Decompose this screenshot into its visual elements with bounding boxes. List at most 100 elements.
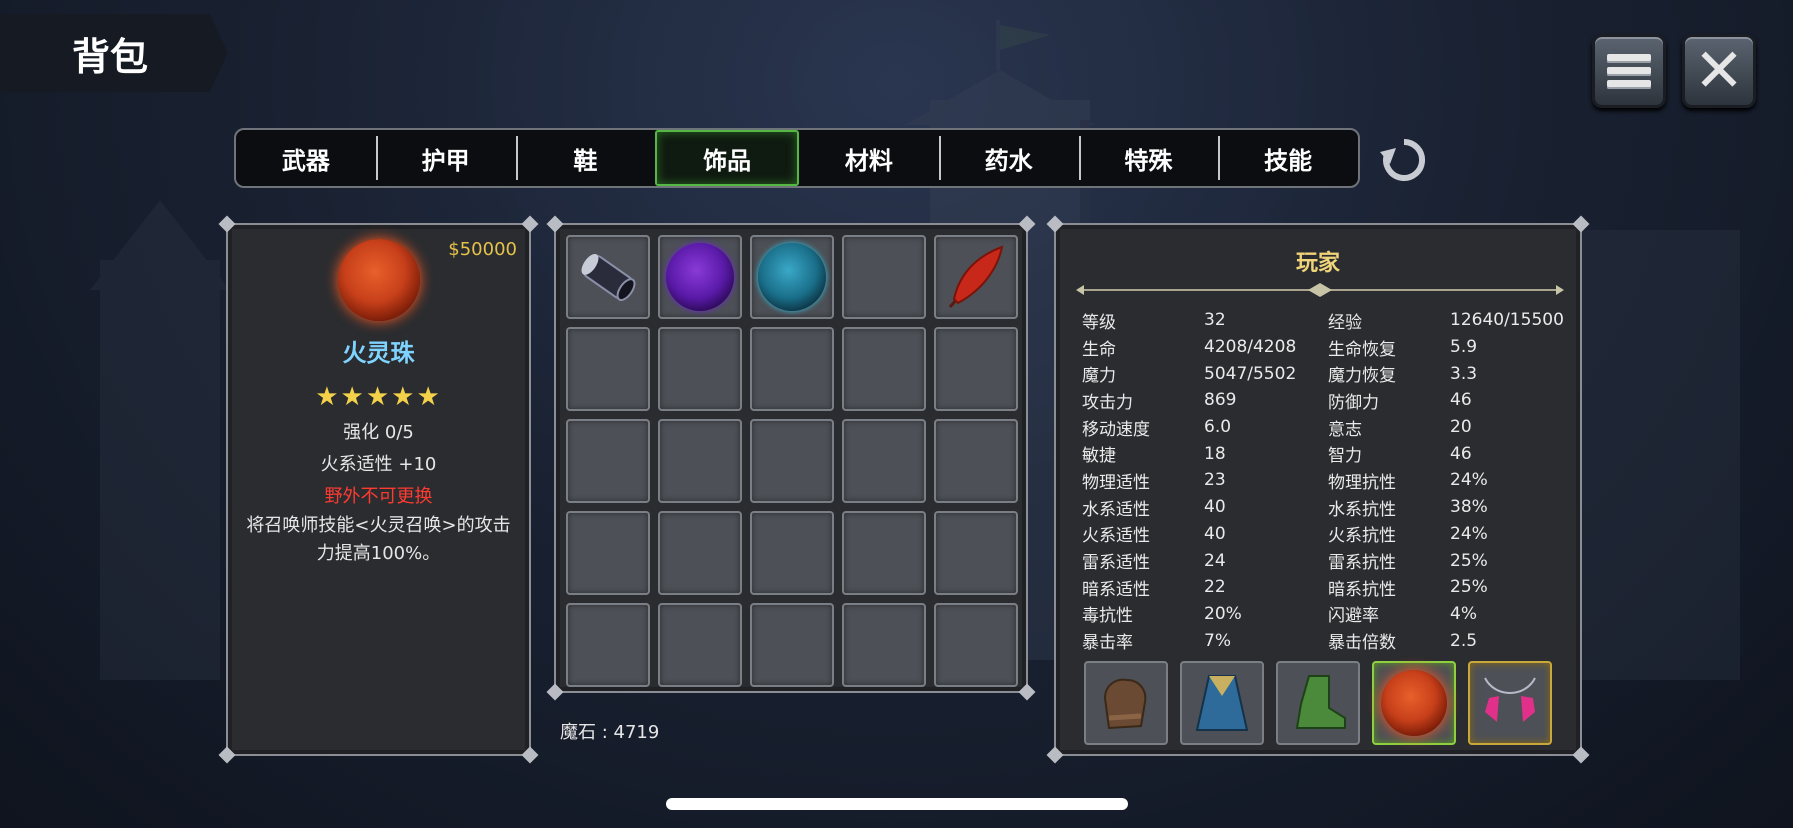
stat-value: 3.3: [1450, 363, 1478, 384]
stat-value: 869: [1204, 390, 1237, 411]
item-stars: ★★★★★: [315, 382, 442, 412]
stat-label: 经验: [1328, 312, 1362, 333]
stat-label: 魔力: [1082, 366, 1116, 387]
fire-orb-icon: [337, 239, 420, 321]
tab-potion[interactable]: 药水: [938, 130, 1079, 186]
item-restriction: 野外不可更换: [324, 486, 433, 507]
stat-row: 暴击率 7% 暴击倍数 2.5: [1082, 627, 1562, 654]
inventory-slot[interactable]: [658, 511, 742, 595]
inventory-slot[interactable]: [934, 235, 1018, 319]
inventory-slot[interactable]: [842, 603, 926, 687]
menu-icon: [1607, 50, 1651, 93]
inventory-slot[interactable]: [566, 511, 650, 595]
item-detail-panel: $50000 火灵珠 ★★★★★ 强化 0/5 火系适性 +10 野外不可更换 …: [218, 215, 539, 764]
stat-row: 物理适性 23 物理抗性 24%: [1082, 467, 1562, 494]
robe-icon: [1195, 675, 1249, 731]
stat-label: 火系抗性: [1328, 526, 1396, 547]
item-price: $50000: [448, 239, 517, 260]
stat-value: 18: [1204, 443, 1226, 464]
stat-value: 4208/4208: [1204, 337, 1297, 358]
stat-row: 暗系适性 22 暗系抗性 25%: [1082, 574, 1562, 601]
inventory-slot[interactable]: [658, 327, 742, 411]
home-indicator[interactable]: [666, 798, 1128, 810]
tab-shoes[interactable]: 鞋: [515, 130, 656, 186]
stat-label: 水系抗性: [1328, 499, 1396, 520]
equip-slot-accessory-1[interactable]: [1372, 661, 1456, 745]
stat-value: 22: [1204, 577, 1226, 598]
inventory-slot[interactable]: [566, 235, 650, 319]
stat-label: 攻击力: [1082, 392, 1133, 413]
stat-label: 火系适性: [1082, 526, 1150, 547]
inventory-slot[interactable]: [750, 235, 834, 319]
inventory-slot[interactable]: [750, 327, 834, 411]
inventory-slot[interactable]: [566, 603, 650, 687]
close-button[interactable]: ✕: [1682, 34, 1756, 108]
inventory-slot[interactable]: [842, 327, 926, 411]
stat-value: 20%: [1204, 603, 1242, 624]
glove-icon: [1103, 678, 1147, 730]
inventory-slot[interactable]: [658, 419, 742, 503]
tab-accessory[interactable]: 饰品: [655, 130, 799, 186]
stat-row: 火系适性 40 火系抗性 24%: [1082, 521, 1562, 548]
stat-value: 38%: [1450, 497, 1488, 518]
equip-slot-gloves[interactable]: [1084, 661, 1168, 745]
stat-label: 暗系适性: [1082, 579, 1150, 600]
inventory-slot[interactable]: [750, 511, 834, 595]
inventory-slot[interactable]: [566, 327, 650, 411]
red-feather-icon: [948, 245, 1004, 308]
stat-row: 魔力 5047/5502 魔力恢复 3.3: [1082, 360, 1562, 387]
stat-value: 23: [1204, 470, 1226, 491]
menu-button[interactable]: [1592, 34, 1666, 108]
inventory-slot[interactable]: [934, 419, 1018, 503]
stat-row: 敏捷 18 智力 46: [1082, 440, 1562, 467]
tab-weapon[interactable]: 武器: [236, 130, 376, 186]
stat-value: 7%: [1204, 630, 1231, 651]
inventory-slot[interactable]: [658, 603, 742, 687]
stat-label: 物理抗性: [1328, 472, 1396, 493]
item-description: 将召唤师技能<火灵召唤>的攻击力提高100%。: [246, 515, 511, 564]
stat-label: 移动速度: [1082, 419, 1150, 440]
inventory-slot[interactable]: [934, 603, 1018, 687]
inventory-grid: [566, 235, 1018, 687]
category-tabs: 武器 护甲 鞋 饰品 材料 药水 特殊 技能: [234, 128, 1360, 188]
stat-value: 46: [1450, 443, 1472, 464]
item-name: 火灵珠: [342, 339, 415, 367]
stat-value: 5047/5502: [1204, 363, 1297, 384]
inventory-slot[interactable]: [750, 419, 834, 503]
stat-value: 46: [1450, 390, 1472, 411]
refresh-icon[interactable]: [1378, 134, 1430, 186]
tab-armor[interactable]: 护甲: [375, 130, 516, 186]
stat-label: 暗系抗性: [1328, 579, 1396, 600]
stat-label: 水系适性: [1082, 499, 1150, 520]
item-fire-affinity: 火系适性 +10: [320, 454, 437, 475]
cyan-orb-icon: [758, 243, 826, 311]
tab-special[interactable]: 特殊: [1078, 130, 1219, 186]
equip-slot-shoes[interactable]: [1276, 661, 1360, 745]
page-title: 背包: [0, 14, 228, 92]
magic-stone-count: 魔石 : 4719: [560, 722, 660, 743]
inventory-slot[interactable]: [934, 327, 1018, 411]
scroll-tube-icon: [581, 253, 636, 302]
inventory-slot[interactable]: [842, 511, 926, 595]
tab-skill[interactable]: 技能: [1218, 130, 1358, 186]
player-stats-table: 等级 32 经验 12640/15500 生命 4208/4208 生命恢复 5.9 魔力 504…: [1082, 307, 1564, 654]
inventory-slot[interactable]: [566, 419, 650, 503]
inventory-slot[interactable]: [934, 511, 1018, 595]
equipment-bar: [1084, 661, 1552, 745]
stat-row: 水系适性 40 水系抗性 38%: [1082, 494, 1562, 521]
close-icon: ✕: [1693, 36, 1745, 106]
inventory-slot[interactable]: [658, 235, 742, 319]
inventory-slot[interactable]: [842, 419, 926, 503]
inventory-panel: [546, 215, 1036, 701]
tab-material[interactable]: 材料: [799, 130, 939, 186]
stat-value: 25%: [1450, 550, 1488, 571]
purple-orb-icon: [666, 243, 734, 311]
stat-row: 移动速度 6.0 意志 20: [1082, 414, 1562, 441]
inventory-slot[interactable]: [842, 235, 926, 319]
stat-label: 暴击率: [1082, 633, 1133, 654]
stat-value: 32: [1204, 310, 1226, 331]
equip-slot-accessory-2[interactable]: [1468, 661, 1552, 745]
inventory-slot[interactable]: [750, 603, 834, 687]
equip-slot-armor[interactable]: [1180, 661, 1264, 745]
stat-label: 雷系适性: [1082, 553, 1150, 574]
